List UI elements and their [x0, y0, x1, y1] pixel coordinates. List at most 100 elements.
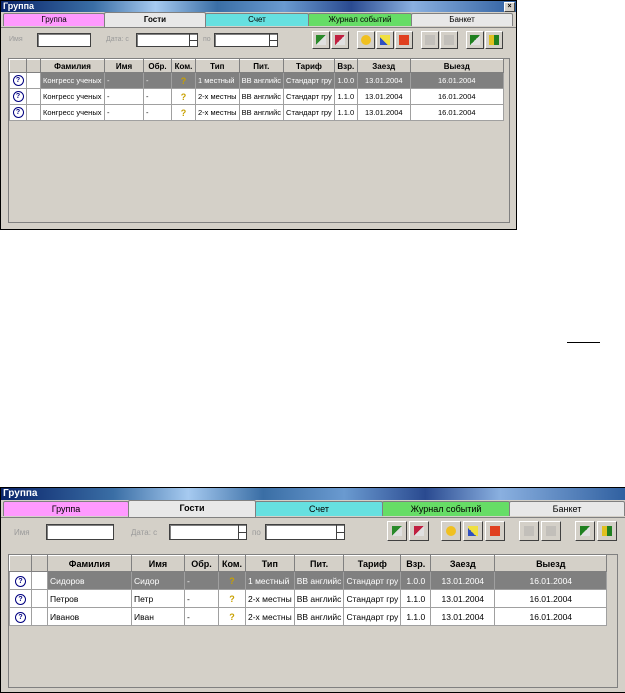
cell-surname[interactable]: Конгресс ученых	[40, 72, 105, 89]
row-indicator[interactable]: ?	[9, 607, 32, 626]
col-meal[interactable]: Пит.	[293, 555, 345, 572]
cell-arrival[interactable]: 13.01.2004	[356, 88, 411, 105]
cell-surname[interactable]: Конгресс ученых	[40, 104, 105, 121]
date-to-spinner[interactable]	[269, 34, 277, 46]
col-adults[interactable]: Взр.	[333, 59, 358, 73]
cell-arrival[interactable]: 13.01.2004	[356, 72, 411, 89]
col-tariff[interactable]: Тариф	[283, 59, 335, 73]
col-name[interactable]: Имя	[104, 59, 144, 73]
table-row[interactable]: ? Конгресс ученых - -? 2-х местны BB английс С…	[9, 88, 504, 105]
cell-name[interactable]: Сидор	[131, 571, 185, 590]
cell-comment[interactable]: ?	[218, 607, 246, 626]
cell-surname[interactable]: Конгресс ученых	[40, 88, 105, 105]
col-room-type[interactable]: Тип	[195, 59, 240, 73]
row-marker[interactable]	[31, 589, 48, 608]
cell-room-type[interactable]: 1 местный	[245, 571, 295, 590]
row-indicator[interactable]: ?	[9, 589, 32, 608]
cell-title[interactable]: -	[184, 607, 219, 626]
col-departure[interactable]: Выезд	[409, 59, 504, 73]
exit-button[interactable]	[597, 521, 617, 541]
cell-comment[interactable]: ?	[218, 589, 246, 608]
cell-title[interactable]: -	[184, 589, 219, 608]
cell-meal[interactable]: BB английс	[238, 88, 285, 105]
cell-room-type[interactable]: 2-х местны	[245, 589, 295, 608]
tab-account[interactable]: Счет	[255, 501, 383, 516]
cell-room-type[interactable]: 2-х местны	[195, 104, 240, 121]
row-indicator[interactable]: ?	[9, 88, 27, 105]
cell-meal[interactable]: BB английс	[293, 607, 345, 626]
col-adults[interactable]: Взр.	[400, 555, 432, 572]
cell-arrival[interactable]: 13.01.2004	[430, 589, 496, 608]
cell-comment[interactable]: ?	[171, 88, 196, 105]
row-marker[interactable]	[26, 88, 41, 105]
tab-group[interactable]: Группа	[3, 13, 105, 26]
cell-departure[interactable]: 16.01.2004	[409, 104, 504, 121]
name-filter-input[interactable]	[37, 33, 91, 47]
cell-room-type[interactable]: 1 местный	[195, 72, 240, 89]
cell-title[interactable]: -	[184, 571, 219, 590]
date-to-input[interactable]	[265, 524, 345, 540]
col-comment[interactable]: Ком.	[171, 59, 196, 73]
col-indicator[interactable]	[9, 59, 27, 73]
cell-title[interactable]: -	[143, 104, 172, 121]
cell-adults[interactable]: 1.0.0	[400, 571, 432, 590]
tab-group[interactable]: Группа	[3, 501, 129, 516]
row-indicator[interactable]: ?	[9, 72, 27, 89]
col-title[interactable]: Обр.	[143, 59, 172, 73]
cell-adults[interactable]: 1.1.0	[400, 589, 432, 608]
cell-surname[interactable]: Иванов	[47, 607, 132, 626]
col-marker[interactable]	[31, 555, 48, 572]
tab-event-log[interactable]: Журнал событий	[382, 501, 510, 516]
date-from-input[interactable]	[136, 33, 198, 47]
cell-meal[interactable]: BB английс	[293, 589, 345, 608]
cell-name[interactable]: -	[104, 88, 144, 105]
cell-arrival[interactable]: 13.01.2004	[356, 104, 411, 121]
row-indicator[interactable]: ?	[9, 571, 32, 590]
date-from-input[interactable]	[169, 524, 247, 540]
cell-name[interactable]: -	[104, 72, 144, 89]
col-indicator[interactable]	[9, 555, 32, 572]
cell-tariff[interactable]: Стандарт гру	[283, 104, 335, 121]
col-name[interactable]: Имя	[131, 555, 185, 572]
cell-surname[interactable]: Сидоров	[47, 571, 132, 590]
cell-room-type[interactable]: 2-х местны	[195, 88, 240, 105]
cell-adults[interactable]: 1.1.0	[333, 104, 358, 121]
info-button[interactable]	[357, 31, 375, 49]
cell-comment[interactable]: ?	[218, 571, 246, 590]
cell-tariff[interactable]: Стандарт гру	[343, 571, 402, 590]
disabled-button-1[interactable]	[519, 521, 539, 541]
row-indicator[interactable]: ?	[9, 104, 27, 121]
print-button[interactable]	[485, 521, 505, 541]
close-icon[interactable]: ×	[504, 2, 515, 12]
col-departure[interactable]: Выезд	[494, 555, 608, 572]
cell-title[interactable]: -	[143, 72, 172, 89]
cell-departure[interactable]: 16.01.2004	[494, 607, 608, 626]
tab-account[interactable]: Счет	[205, 13, 309, 26]
date-from-spinner[interactable]	[238, 525, 246, 539]
col-tariff[interactable]: Тариф	[343, 555, 402, 572]
col-comment[interactable]: Ком.	[218, 555, 246, 572]
row-marker[interactable]	[26, 104, 41, 121]
row-marker[interactable]	[31, 571, 48, 590]
table-row[interactable]: ? Конгресс ученых - -? 1 местный BB английс Ст…	[9, 72, 504, 89]
col-surname[interactable]: Фамилия	[47, 555, 132, 572]
info-button[interactable]	[441, 521, 461, 541]
disabled-button-2[interactable]	[541, 521, 561, 541]
table-row[interactable]: ? Петров Петр -? 2-х местны BB английс Стандар…	[9, 589, 608, 608]
exit-button[interactable]	[485, 31, 503, 49]
date-to-spinner[interactable]	[336, 525, 344, 539]
table-row[interactable]: ? Иванов Иван -? 2-х местны BB английс Стандар…	[9, 607, 608, 626]
tab-banquet[interactable]: Банкет	[411, 13, 513, 26]
cell-adults[interactable]: 1.1.0	[333, 88, 358, 105]
cell-comment[interactable]: ?	[171, 72, 196, 89]
export-button[interactable]	[575, 521, 595, 541]
col-arrival[interactable]: Заезд	[356, 59, 411, 73]
col-surname[interactable]: Фамилия	[40, 59, 105, 73]
cell-name[interactable]: -	[104, 104, 144, 121]
cell-tariff[interactable]: Стандарт гру	[283, 88, 335, 105]
cell-tariff[interactable]: Стандарт гру	[343, 607, 402, 626]
cell-surname[interactable]: Петров	[47, 589, 132, 608]
cell-room-type[interactable]: 2-х местны	[245, 607, 295, 626]
col-title[interactable]: Обр.	[184, 555, 219, 572]
remove-guest-button[interactable]	[409, 521, 429, 541]
